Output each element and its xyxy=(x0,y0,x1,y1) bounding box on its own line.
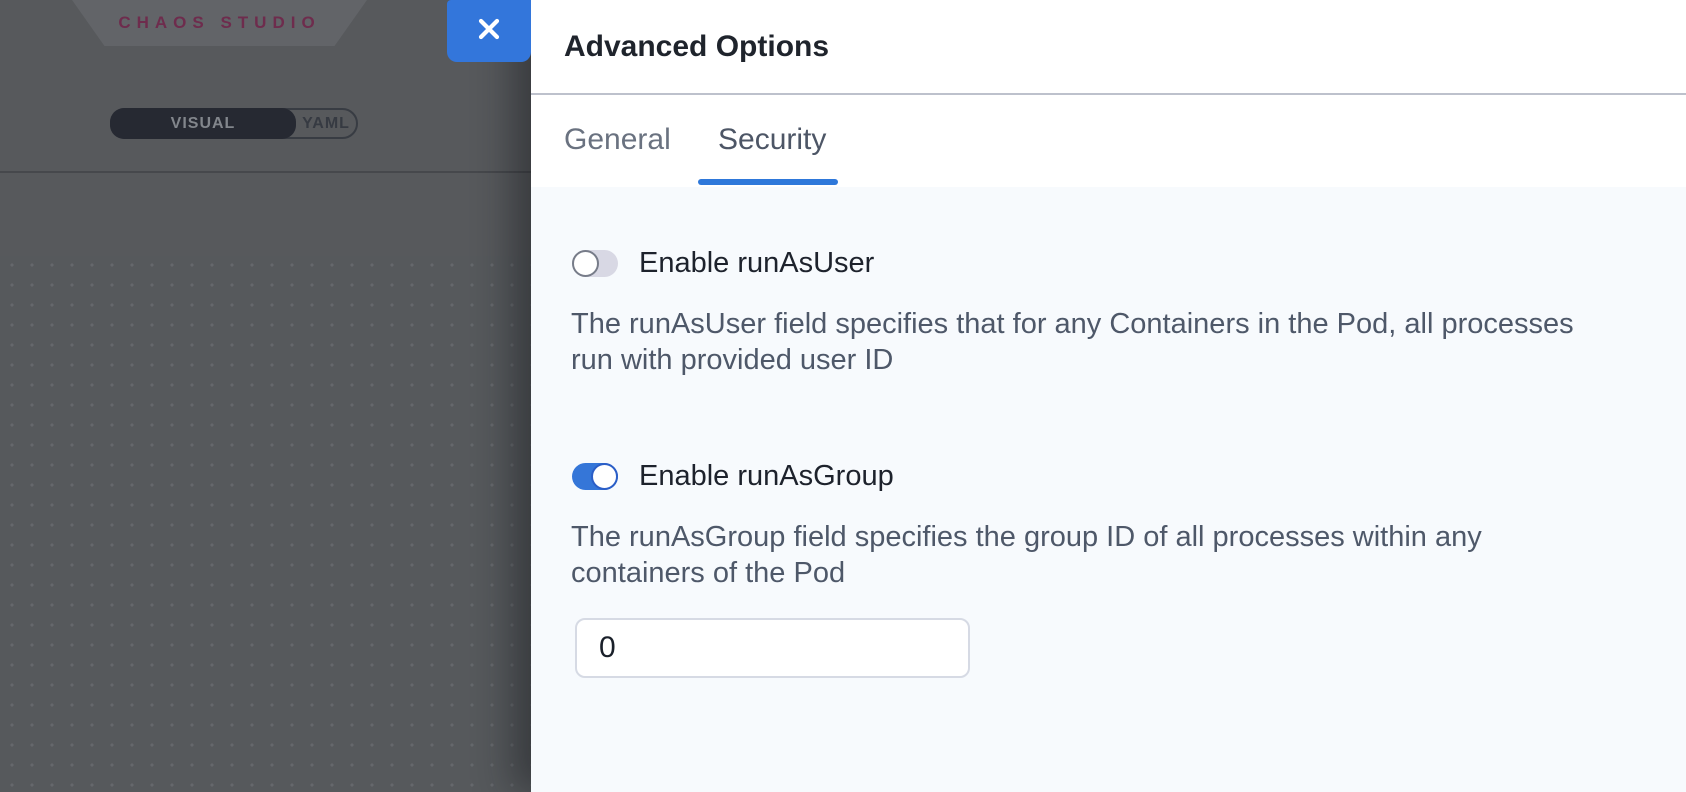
runasuser-description-line1: The runAsUser field specifies that for a… xyxy=(571,306,1574,342)
enable-runasuser-label: Enable runAsUser xyxy=(639,247,874,280)
enable-runasgroup-toggle[interactable] xyxy=(572,463,618,490)
close-button[interactable] xyxy=(447,0,531,62)
yaml-segment-label: YAML xyxy=(302,115,350,133)
toolbar-divider xyxy=(0,171,531,173)
tab-general[interactable]: General xyxy=(564,123,671,157)
yaml-segment[interactable]: YAML xyxy=(296,110,356,137)
enable-runasuser-toggle[interactable] xyxy=(572,250,618,277)
visual-segment[interactable]: VISUAL xyxy=(110,108,296,139)
runasgroup-description: The runAsGroup field specifies the group… xyxy=(571,519,1482,591)
security-tab-panel: Enable runAsUser The runAsUser field spe… xyxy=(531,187,1686,792)
drawer-header: Advanced Options xyxy=(531,0,1686,95)
workflow-canvas xyxy=(0,256,531,792)
brand-banner-label: CHAOS STUDIO xyxy=(118,13,320,33)
visual-yaml-toggle[interactable]: VISUAL YAML xyxy=(110,108,358,139)
tab-bar: General Security xyxy=(531,97,1686,187)
runasuser-description-line2: run with provided user ID xyxy=(571,342,1574,378)
runasgroup-description-line1: The runAsGroup field specifies the group… xyxy=(571,519,1482,555)
active-tab-indicator xyxy=(698,179,838,185)
advanced-options-drawer: Advanced Options General Security Enable… xyxy=(531,0,1686,792)
runasgroup-description-line2: containers of the Pod xyxy=(571,555,1482,591)
drawer-title: Advanced Options xyxy=(564,30,829,64)
close-icon xyxy=(476,16,502,47)
dimmed-background: CHAOS STUDIO VISUAL YAML xyxy=(0,0,531,792)
runasuser-description: The runAsUser field specifies that for a… xyxy=(571,306,1574,378)
brand-banner: CHAOS STUDIO xyxy=(72,0,367,46)
runasgroup-value-input[interactable] xyxy=(575,618,970,678)
screen: CHAOS STUDIO VISUAL YAML Advanced Option… xyxy=(0,0,1686,792)
toggle-knob xyxy=(591,463,618,490)
toggle-knob xyxy=(572,250,599,277)
visual-segment-label: VISUAL xyxy=(171,115,236,133)
tab-security[interactable]: Security xyxy=(718,123,826,157)
enable-runasgroup-label: Enable runAsGroup xyxy=(639,460,894,493)
